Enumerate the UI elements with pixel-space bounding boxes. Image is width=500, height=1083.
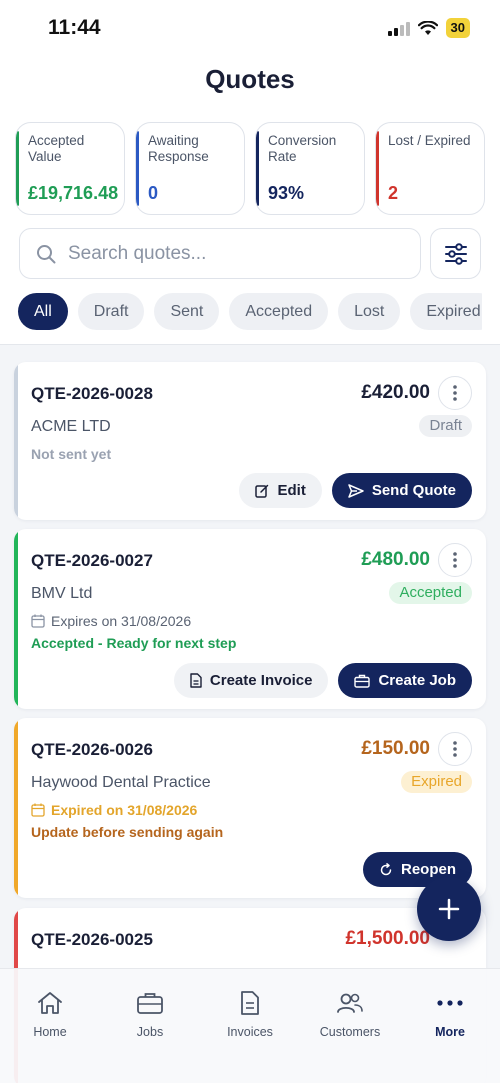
stat-value: 93% (268, 183, 305, 203)
stat-value: £19,716.48 (28, 183, 119, 203)
send-quote-label: Send Quote (371, 482, 456, 499)
status-time: 11:44 (48, 16, 101, 39)
filter-chip-lost[interactable]: Lost (338, 293, 401, 330)
stat-label: Lost / Expired (388, 133, 471, 148)
create-invoice-button[interactable]: Create Invoice (173, 663, 329, 698)
briefcase-icon (354, 674, 371, 688)
filter-chips: All Draft Sent Accepted Lost Expired (18, 293, 482, 330)
stat-value: 0 (148, 183, 159, 203)
sliders-icon (444, 242, 467, 265)
nav-label: More (435, 1025, 465, 1039)
stat-label: Conversion Rate (268, 133, 337, 164)
stat-conversion-rate[interactable]: Conversion Rate 93% (255, 122, 365, 215)
create-invoice-label: Create Invoice (209, 672, 313, 689)
stat-label: Accepted Value (28, 133, 85, 164)
nav-more[interactable]: More (405, 989, 495, 1039)
quote-actions: Edit Send Quote (239, 473, 472, 508)
more-vertical-icon (453, 741, 457, 757)
refresh-icon (380, 862, 392, 875)
nav-label: Home (33, 1025, 67, 1039)
status-bar: 11:44 30 (0, 0, 500, 56)
nav-home[interactable]: Home (5, 989, 95, 1039)
filter-chip-all[interactable]: All (18, 293, 68, 330)
nav-label: Jobs (136, 1025, 164, 1039)
home-icon (38, 992, 62, 1014)
quote-customer: BMV Ltd (31, 585, 93, 602)
status-icons: 30 (387, 18, 470, 38)
quote-amount: £480.00 (361, 549, 430, 570)
battery-indicator: 30 (445, 18, 470, 38)
stat-lost-expired[interactable]: Lost / Expired 2 (375, 122, 485, 215)
search-box[interactable] (19, 228, 421, 279)
quote-number: QTE-2026-0026 (31, 740, 153, 759)
add-quote-button[interactable] (417, 877, 481, 941)
nav-label: Invoices (227, 1025, 273, 1039)
reopen-label: Reopen (400, 861, 456, 878)
more-vertical-icon (453, 552, 457, 568)
quote-number: QTE-2026-0027 (31, 551, 153, 570)
send-icon (348, 483, 364, 498)
status-badge: Accepted (389, 582, 472, 604)
stat-accepted-value[interactable]: Accepted Value £19,716.48 (15, 122, 125, 215)
search-input[interactable] (68, 242, 388, 265)
quote-card[interactable]: QTE-2026-0027 £480.00 BMV Ltd Accepted E… (14, 529, 486, 709)
status-note: Update before sending again (31, 824, 224, 840)
document-icon (190, 673, 202, 688)
more-options-button[interactable] (438, 376, 472, 410)
wifi-icon (417, 20, 438, 35)
stat-awaiting-response[interactable]: Awaiting Response 0 (135, 122, 245, 215)
calendar-icon (31, 614, 45, 628)
stat-label: Awaiting Response (148, 133, 209, 164)
quote-number: QTE-2026-0025 (31, 930, 153, 949)
quote-customer: Haywood Dental Practice (31, 774, 211, 791)
status-badge: Expired (401, 771, 472, 793)
calendar-icon (31, 803, 45, 817)
quote-number: QTE-2026-0028 (31, 384, 153, 403)
bottom-nav: Home Jobs Invoices Customers More (0, 968, 500, 1083)
quote-amount: £1,500.00 (345, 928, 430, 949)
expiry-line: Expired on 31/08/2026 (31, 802, 197, 818)
expiry-text: Expired on 31/08/2026 (51, 802, 198, 818)
status-badge: Draft (419, 415, 472, 437)
search-icon (37, 244, 56, 263)
nav-invoices[interactable]: Invoices (205, 989, 295, 1039)
more-options-button[interactable] (438, 732, 472, 766)
more-vertical-icon (453, 385, 457, 401)
quote-customer: ACME LTD (31, 418, 111, 435)
status-note: Accepted - Ready for next step (31, 635, 237, 651)
edit-icon (255, 484, 269, 498)
quote-card[interactable]: QTE-2026-0026 £150.00 Haywood Dental Pra… (14, 718, 486, 898)
filter-chip-expired[interactable]: Expired (410, 293, 482, 330)
signal-icon (387, 20, 410, 36)
quote-note: Not sent yet (31, 446, 111, 462)
plus-icon (438, 898, 460, 920)
quote-actions: Create Invoice Create Job (173, 663, 472, 698)
briefcase-icon (137, 993, 163, 1014)
filter-button[interactable] (430, 228, 481, 279)
stat-value: 2 (388, 183, 399, 203)
quote-amount: £150.00 (361, 738, 430, 759)
send-quote-button[interactable]: Send Quote (331, 473, 472, 508)
document-icon (241, 991, 259, 1015)
filter-chip-sent[interactable]: Sent (154, 293, 220, 330)
nav-jobs[interactable]: Jobs (105, 989, 195, 1039)
create-job-label: Create Job (378, 672, 456, 689)
users-icon (337, 993, 363, 1013)
nav-label: Customers (319, 1025, 381, 1039)
quote-note-text: Not sent yet (31, 446, 112, 462)
page-title: Quotes (205, 64, 295, 94)
edit-label: Edit (277, 482, 306, 499)
expiry-line: Expires on 31/08/2026 (31, 613, 191, 629)
create-job-button[interactable]: Create Job (338, 663, 472, 698)
filter-chip-accepted[interactable]: Accepted (229, 293, 329, 330)
edit-button[interactable]: Edit (239, 473, 322, 508)
more-options-button[interactable] (438, 543, 472, 577)
nav-customers[interactable]: Customers (305, 989, 395, 1039)
stats-row: Accepted Value £19,716.48 Awaiting Respo… (15, 122, 485, 215)
expiry-text: Expires on 31/08/2026 (51, 613, 192, 629)
quote-card[interactable]: QTE-2026-0028 £420.00 ACME LTD Draft Not… (14, 362, 486, 520)
quote-amount: £420.00 (361, 382, 430, 403)
dots-icon (437, 1000, 463, 1006)
filter-chip-draft[interactable]: Draft (77, 293, 145, 330)
